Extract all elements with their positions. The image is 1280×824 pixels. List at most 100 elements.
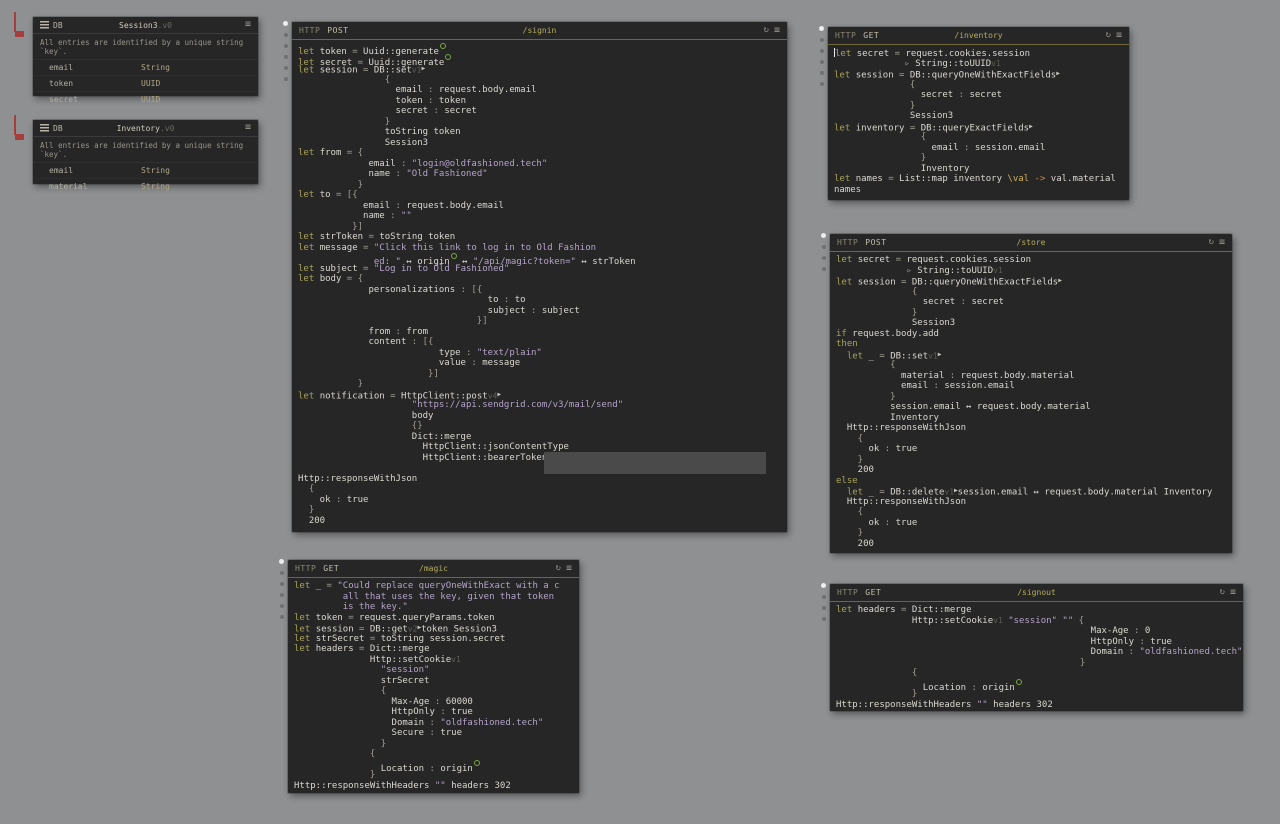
handler-method[interactable]: GET [865, 588, 881, 597]
code-line[interactable]: let to = [{ [298, 190, 781, 201]
code-line[interactable]: { [836, 507, 1226, 518]
menu-icon[interactable]: ≡ [1219, 238, 1225, 248]
code-line[interactable]: email : session.email [834, 143, 1123, 154]
code-line[interactable]: Secure : true [294, 728, 573, 739]
code-line[interactable]: }] [298, 222, 781, 233]
trace-dot-active[interactable] [819, 26, 824, 31]
code-line[interactable]: let message = "Click this link to log in… [298, 243, 781, 254]
code-line[interactable]: token : token [298, 96, 781, 107]
field-type[interactable]: String [141, 166, 170, 175]
field-name[interactable]: email [33, 63, 141, 72]
code-line[interactable]: Session3 [834, 111, 1123, 122]
code-line[interactable]: strSecret [294, 676, 573, 687]
db-field-row[interactable]: tokenUUID [33, 76, 258, 92]
db-field-row[interactable]: emailString [33, 60, 258, 76]
code-line[interactable]: ok : true [836, 518, 1226, 529]
code-line[interactable]: let body = { [298, 274, 781, 285]
trace-dots[interactable] [279, 559, 284, 619]
code-line[interactable]: if request.body.add [836, 329, 1226, 340]
trace-dot[interactable] [820, 60, 824, 64]
code-line[interactable]: type : "text/plain" [298, 348, 781, 359]
trace-dot[interactable] [822, 617, 826, 621]
refresh-icon[interactable]: ↻ [1209, 238, 1214, 247]
trace-dot-active[interactable] [279, 559, 284, 564]
code-line[interactable]: { [836, 434, 1226, 445]
handler-route[interactable]: /signin [292, 26, 787, 35]
code-line[interactable]: { [836, 668, 1237, 679]
code-line[interactable]: "https://api.sendgrid.com/v3/mail/send" [298, 400, 781, 411]
trace-dot[interactable] [284, 55, 288, 59]
menu-icon[interactable]: ≡ [1230, 588, 1236, 598]
code-line[interactable]: HttpOnly : true [836, 637, 1237, 648]
code-line[interactable]: { [298, 75, 781, 86]
code-line[interactable]: {} [298, 421, 781, 432]
handler-header[interactable]: HTTP POST /store ↻ ≡ [830, 234, 1232, 252]
db-field-row[interactable]: emailString [33, 163, 258, 179]
handler-header[interactable]: HTTP GET /signout ↻ ≡ [830, 584, 1243, 602]
db-field-row[interactable]: materialString [33, 179, 258, 194]
trace-dot[interactable] [822, 245, 826, 249]
code-line[interactable]: ed: " ↔ origin ↔ "/api/magic?token=" ↔ s… [298, 253, 781, 264]
code-line[interactable]: body [298, 411, 781, 422]
code-line[interactable]: let token = request.queryParams.token [294, 613, 573, 624]
code-line[interactable]: } [836, 455, 1226, 466]
code-line[interactable]: HttpOnly : true [294, 707, 573, 718]
code-line[interactable]: HttpClient::jsonContentType [298, 442, 781, 453]
code-line[interactable]: { [294, 686, 573, 697]
code-line[interactable]: let _ = "Could replace queryOneWithExact… [294, 581, 573, 592]
code-line[interactable]: Http::responseWithHeaders "" headers 302 [294, 781, 573, 792]
code-line[interactable]: email : request.body.email [298, 85, 781, 96]
menu-icon[interactable]: ≡ [566, 564, 572, 574]
trace-dot[interactable] [284, 33, 288, 37]
code-line[interactable]: let secret = Uuid::generate [298, 54, 781, 65]
code-line[interactable]: secret : secret [836, 297, 1226, 308]
code-line[interactable]: { [294, 749, 573, 760]
code-line[interactable]: name : "Old Fashioned" [298, 169, 781, 180]
code-line[interactable]: } [298, 379, 781, 390]
code-line[interactable]: secret : secret [834, 90, 1123, 101]
code-line[interactable]: Max-Age : 0 [836, 626, 1237, 637]
trace-dot[interactable] [820, 71, 824, 75]
code-line[interactable]: 200 [836, 539, 1226, 550]
code-line[interactable]: personalizations : [{ [298, 285, 781, 296]
code-line[interactable]: Http::setCookiev1 "session" "" { [836, 616, 1237, 627]
code-line[interactable]: let session = DB::queryOneWithExactField… [836, 276, 1226, 287]
code-line[interactable]: Session3 [298, 138, 781, 149]
field-type[interactable]: UUID [141, 95, 160, 104]
code-line[interactable]: Http::responseWithJson [298, 474, 781, 485]
trace-dot[interactable] [280, 593, 284, 597]
code-line[interactable]: } [834, 153, 1123, 164]
code-line[interactable]: then [836, 339, 1226, 350]
code-line[interactable]: is the key." [294, 602, 573, 613]
trace-dot[interactable] [284, 44, 288, 48]
code-line[interactable]: }] [298, 369, 781, 380]
code-line[interactable]: Http::setCookiev1 [294, 655, 573, 666]
handler-code[interactable]: let secret = request.cookies.session ▹ S… [830, 252, 1232, 553]
trace-dots[interactable] [819, 26, 824, 86]
code-line[interactable]: Inventory [836, 413, 1226, 424]
refresh-icon[interactable]: ↻ [1220, 588, 1225, 597]
code-line[interactable]: names [834, 185, 1123, 196]
menu-icon[interactable]: ≡ [245, 123, 251, 133]
code-line[interactable]: } [836, 689, 1237, 700]
field-type[interactable]: String [141, 63, 170, 72]
code-line[interactable]: else [836, 476, 1226, 487]
code-line[interactable]: } [298, 117, 781, 128]
refresh-icon[interactable]: ↻ [1106, 31, 1111, 40]
code-line[interactable]: email : request.body.email [298, 201, 781, 212]
code-line[interactable]: { [834, 80, 1123, 91]
code-line[interactable]: let token = Uuid::generate [298, 43, 781, 54]
code-line[interactable]: all that uses the key, given that token [294, 592, 573, 603]
code-line[interactable]: let _ = DB::setv1▶ [836, 350, 1226, 361]
menu-icon[interactable]: ≡ [774, 26, 780, 36]
field-type[interactable]: String [141, 182, 170, 191]
handler-method[interactable]: POST [865, 238, 886, 247]
code-line[interactable]: material : request.body.material [836, 371, 1226, 382]
code-line[interactable]: } [836, 308, 1226, 319]
code-line[interactable]: { [836, 287, 1226, 298]
trace-dot[interactable] [284, 77, 288, 81]
code-line[interactable]: Http::responseWithHeaders "" headers 302 [836, 700, 1237, 711]
code-line[interactable]: subject : subject [298, 306, 781, 317]
code-line[interactable]: Http::responseWithJson [836, 497, 1226, 508]
trace-dots[interactable] [283, 21, 288, 81]
